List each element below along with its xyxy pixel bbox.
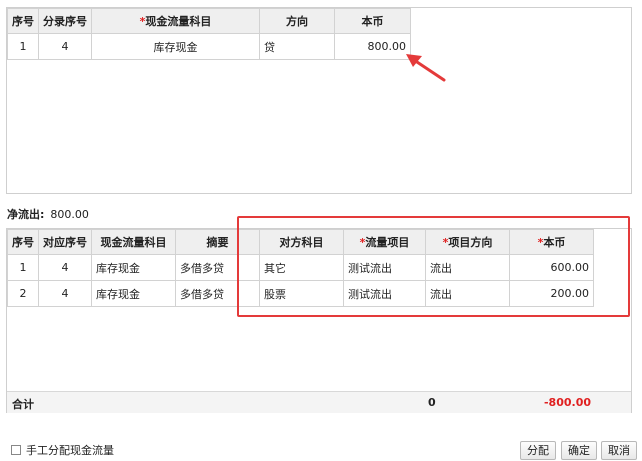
cell-cash-subject[interactable]: 库存现金 bbox=[91, 254, 176, 281]
cell-flow-item[interactable]: 测试流出 bbox=[343, 280, 426, 307]
top-cash-flow-table: 序号 分录序号 *现金流量科目 方向 本币 1 4 库存现金 贷 800.00 bbox=[7, 8, 411, 60]
net-outflow-value: 800.00 bbox=[50, 208, 89, 221]
cell-seq: 1 bbox=[7, 33, 39, 60]
cell-amount[interactable]: 600.00 bbox=[509, 254, 594, 281]
top-grid-panel: 序号 分录序号 *现金流量科目 方向 本币 1 4 库存现金 贷 800.00 bbox=[6, 7, 632, 194]
cell-item-direction[interactable]: 流出 bbox=[425, 254, 510, 281]
cell-entry-seq: 4 bbox=[38, 33, 92, 60]
top-table-header: 序号 分录序号 *现金流量科目 方向 本币 bbox=[7, 8, 411, 34]
cell-seq: 2 bbox=[7, 280, 39, 307]
bottom-grid-panel: 序号 对应序号 现金流量科目 摘要 对方科目 *流量项目 *项目方向 *本币 1… bbox=[6, 228, 632, 413]
manual-distribute-checkbox[interactable]: 手工分配现金流量 bbox=[11, 442, 114, 458]
total-row: 合计 0 -800.00 bbox=[7, 391, 631, 413]
header-cash-subject[interactable]: *现金流量科目 bbox=[91, 8, 260, 34]
net-outflow-label: 净流出: bbox=[7, 208, 45, 221]
header-direction[interactable]: 方向 bbox=[259, 8, 335, 34]
header-seq[interactable]: 序号 bbox=[7, 8, 39, 34]
table-row[interactable]: 1 4 库存现金 贷 800.00 bbox=[7, 33, 411, 60]
cell-direction[interactable]: 贷 bbox=[259, 33, 335, 60]
manual-distribute-label: 手工分配现金流量 bbox=[26, 444, 114, 457]
header-summary[interactable]: 摘要 bbox=[175, 229, 260, 255]
cell-item-direction[interactable]: 流出 bbox=[425, 280, 510, 307]
cell-flow-item[interactable]: 测试流出 bbox=[343, 254, 426, 281]
header-amount[interactable]: 本币 bbox=[334, 8, 411, 34]
header-entry-seq[interactable]: 分录序号 bbox=[38, 8, 92, 34]
cell-ref-seq: 4 bbox=[38, 280, 92, 307]
footer-bar: 手工分配现金流量 分配 确定 取消 bbox=[0, 436, 642, 461]
header-item-direction[interactable]: *项目方向 bbox=[425, 229, 510, 255]
bottom-cash-flow-table: 序号 对应序号 现金流量科目 摘要 对方科目 *流量项目 *项目方向 *本币 1… bbox=[7, 229, 594, 307]
cell-cash-subject[interactable]: 库存现金 bbox=[91, 33, 260, 60]
table-row[interactable]: 1 4 库存现金 多借多贷 其它 测试流出 流出 600.00 bbox=[7, 254, 594, 281]
cell-counter-subject[interactable]: 其它 bbox=[259, 254, 344, 281]
total-sum: -800.00 bbox=[543, 396, 591, 409]
header-cash-subject[interactable]: 现金流量科目 bbox=[91, 229, 176, 255]
net-outflow: 净流出: 800.00 bbox=[7, 206, 89, 222]
header-ref-seq[interactable]: 对应序号 bbox=[38, 229, 92, 255]
cell-amount[interactable]: 800.00 bbox=[334, 33, 411, 60]
cell-counter-subject[interactable]: 股票 bbox=[259, 280, 344, 307]
cell-summary[interactable]: 多借多贷 bbox=[175, 280, 260, 307]
bottom-table-header: 序号 对应序号 现金流量科目 摘要 对方科目 *流量项目 *项目方向 *本币 bbox=[7, 229, 594, 255]
confirm-button[interactable]: 确定 bbox=[561, 441, 597, 460]
table-row[interactable]: 2 4 库存现金 多借多贷 股票 测试流出 流出 200.00 bbox=[7, 280, 594, 307]
checkbox-box[interactable] bbox=[11, 445, 21, 455]
red-arrow-annotation bbox=[406, 54, 446, 82]
total-label: 合计 bbox=[12, 398, 34, 411]
cancel-button[interactable]: 取消 bbox=[601, 441, 637, 460]
header-counter-subject[interactable]: 对方科目 bbox=[259, 229, 344, 255]
distribute-button[interactable]: 分配 bbox=[520, 441, 556, 460]
cell-seq: 1 bbox=[7, 254, 39, 281]
total-zero: 0 bbox=[428, 396, 436, 409]
header-amount[interactable]: *本币 bbox=[509, 229, 594, 255]
cell-cash-subject[interactable]: 库存现金 bbox=[91, 280, 176, 307]
cell-amount[interactable]: 200.00 bbox=[509, 280, 594, 307]
cell-ref-seq: 4 bbox=[38, 254, 92, 281]
header-seq[interactable]: 序号 bbox=[7, 229, 39, 255]
header-flow-item[interactable]: *流量项目 bbox=[343, 229, 426, 255]
cell-summary[interactable]: 多借多贷 bbox=[175, 254, 260, 281]
